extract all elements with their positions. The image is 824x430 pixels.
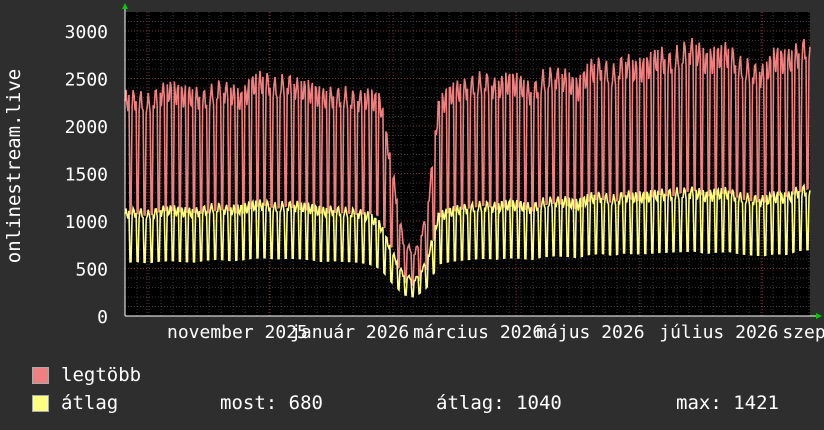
y-tick-label: 500	[75, 260, 108, 281]
y-tick-label: 3000	[65, 22, 108, 43]
x-tick-label: július 2026	[659, 322, 778, 343]
x-ticks: november 2025január 2026 március 2026máju…	[167, 322, 824, 343]
y-tick-label: 0	[97, 307, 108, 328]
y-tick-label: 1000	[65, 212, 108, 233]
x-tick-label: május 2026	[536, 322, 644, 343]
x-tick-label: szeptember	[782, 322, 824, 343]
y-axis-label: onlinestream.live	[3, 69, 25, 263]
y-axis-arrow	[122, 3, 128, 9]
x-tick-label: január 2026	[290, 322, 409, 343]
x-axis-arrow	[816, 313, 822, 319]
chart: 0 500 1000 1500 2000 2500 3000 november 2025ja…	[3, 3, 824, 343]
y-ticks: 0 500 1000 1500 2000 2500 3000	[65, 22, 108, 328]
x-tick-label: november 2025	[167, 322, 308, 343]
y-tick-label: 1500	[65, 165, 108, 186]
y-tick-label: 2000	[65, 117, 108, 138]
x-tick-label: március 2026	[413, 322, 543, 343]
y-tick-label: 2500	[65, 70, 108, 91]
